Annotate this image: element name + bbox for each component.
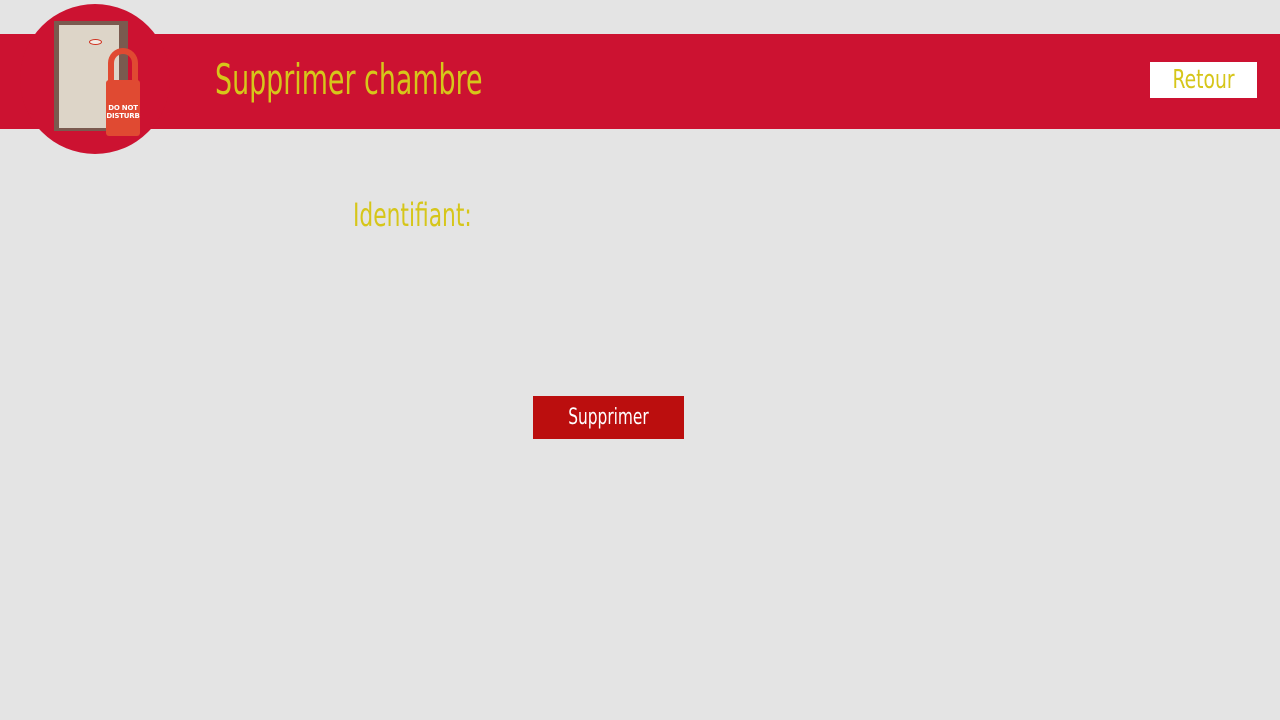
page-title: Supprimer chambre (215, 55, 483, 104)
back-button-label: Retour (1172, 65, 1235, 95)
hanger-text: DO NOT DISTURB (106, 104, 140, 120)
logo: DO NOT DISTURB (20, 4, 170, 154)
back-button[interactable]: Retour (1150, 62, 1257, 98)
identifier-input[interactable] (500, 200, 720, 230)
delete-button[interactable]: Supprimer (533, 396, 684, 439)
identifier-label: Identifiant: (353, 196, 472, 234)
delete-button-label: Supprimer (568, 404, 649, 430)
header-bar (0, 34, 1280, 129)
door-sign (89, 39, 102, 45)
